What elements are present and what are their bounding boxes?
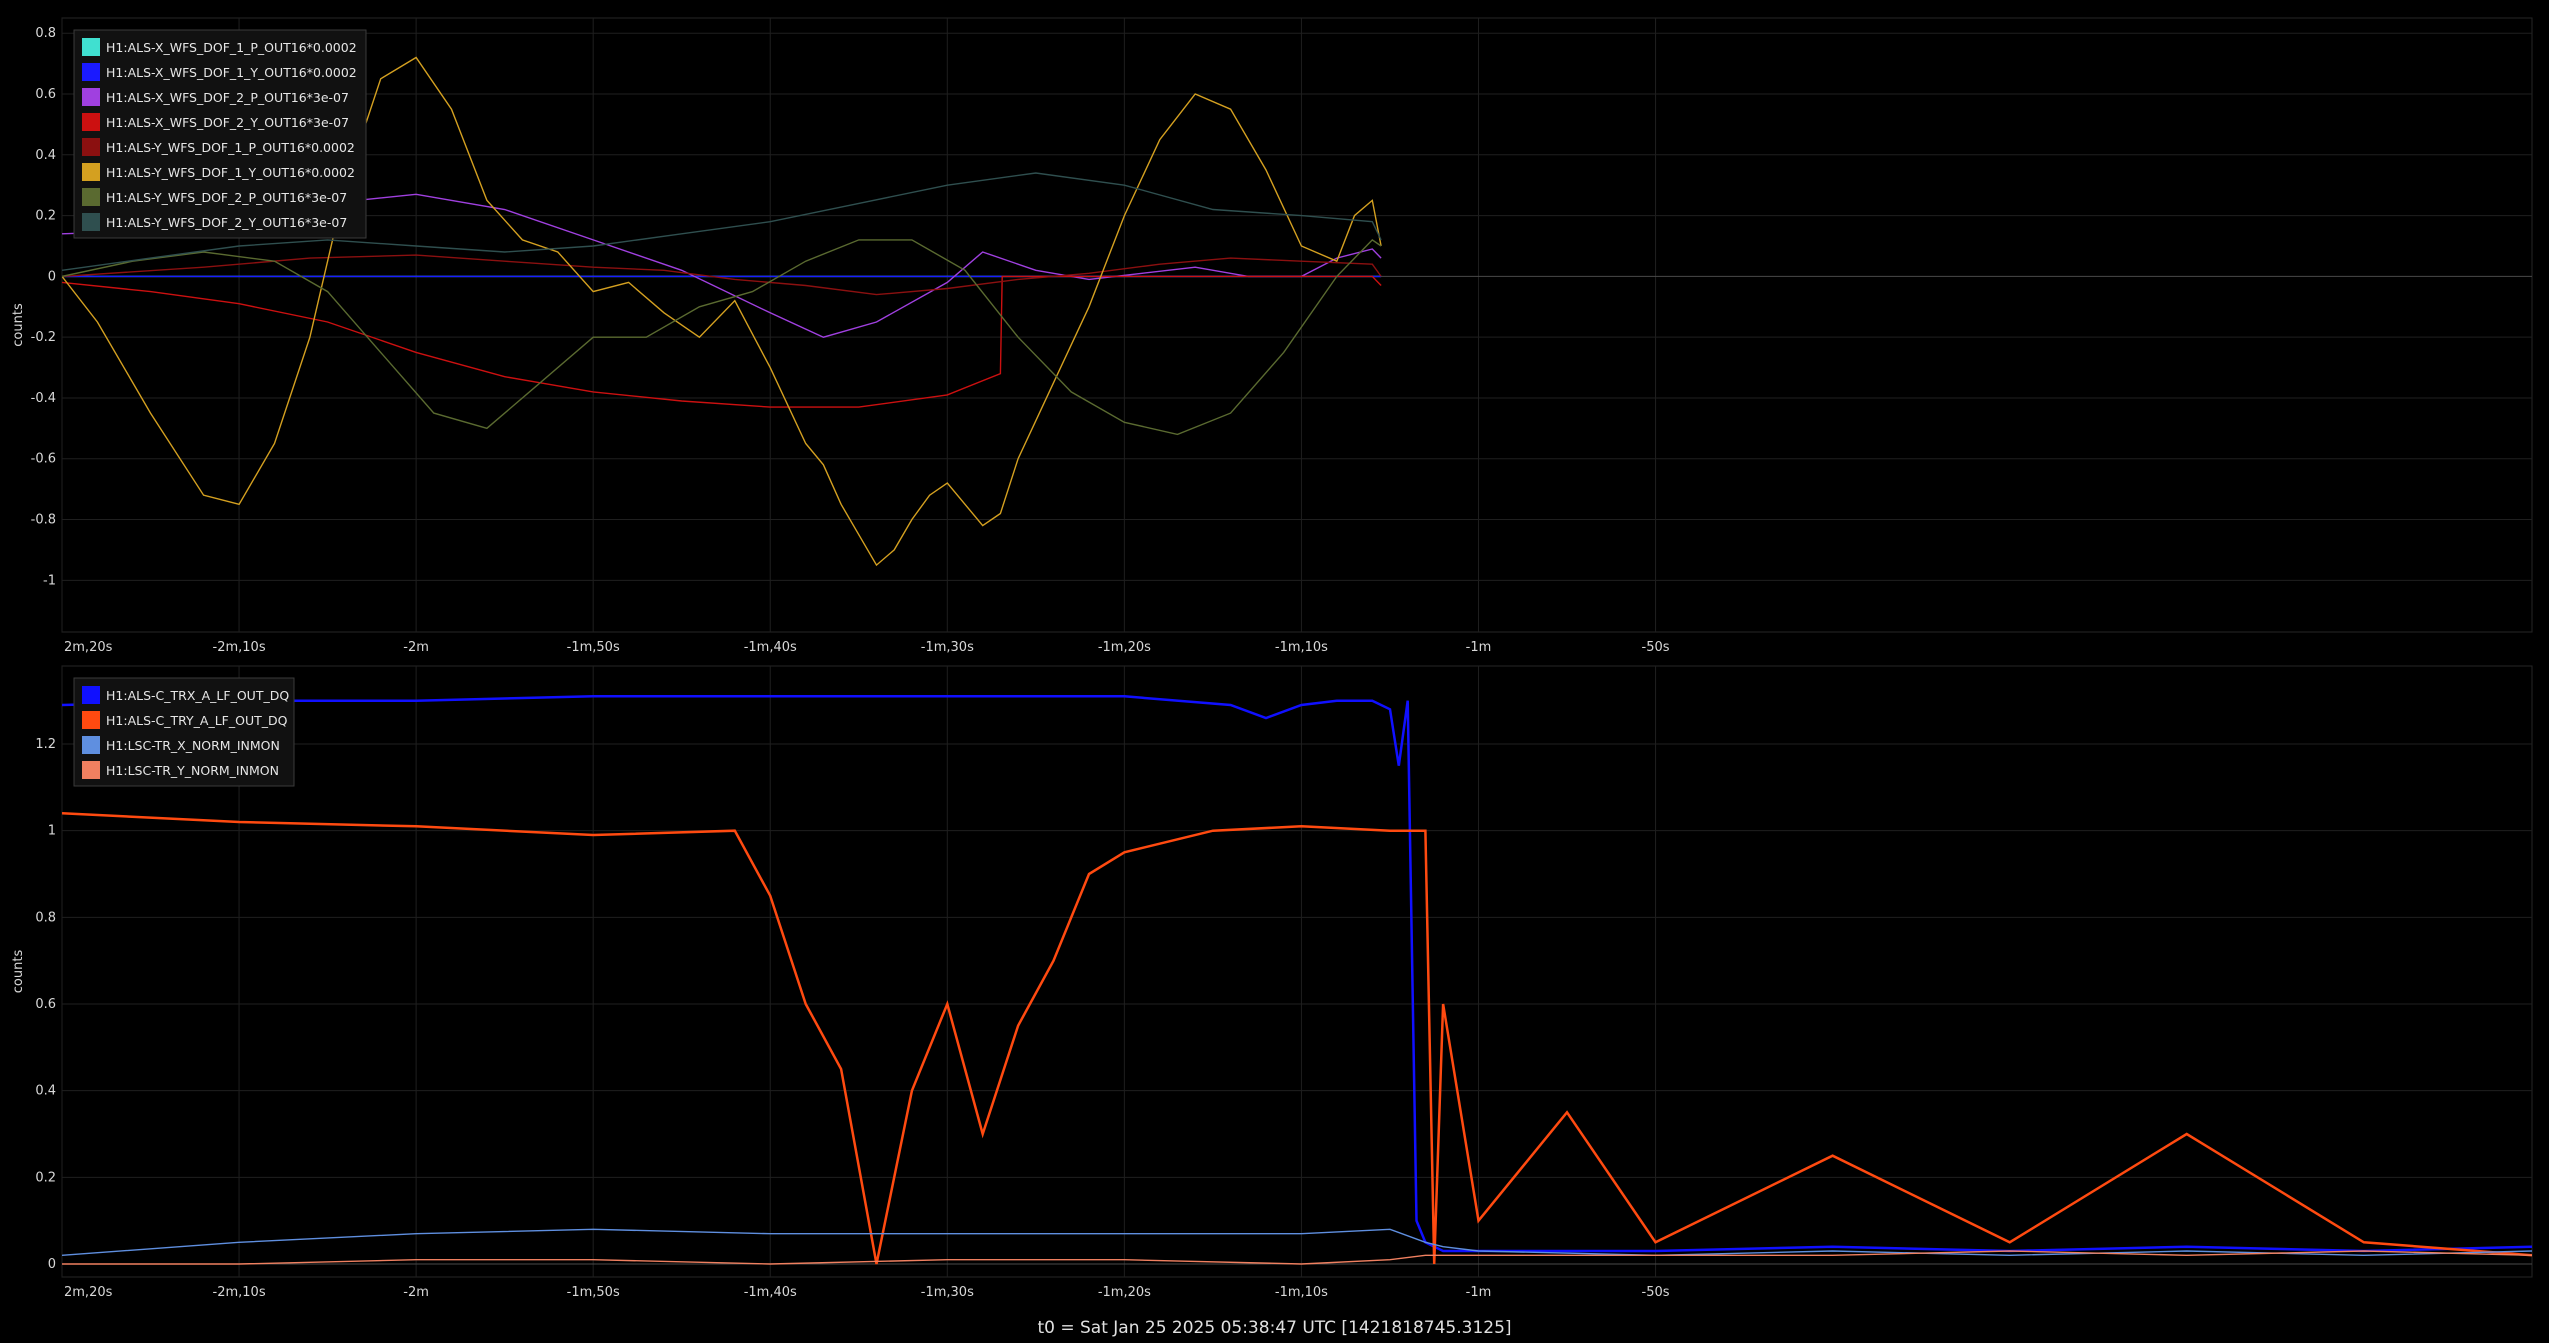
legend-entry: H1:ALS-C_TRX_A_LF_OUT_DQ	[106, 688, 289, 703]
plot-frame	[61, 665, 2533, 1278]
plots-canvas[interactable]: 2m,20s -2m,10s -2m -1m,50s -1m,40s -1m,30s -1m…	[0, 0, 2549, 1343]
y-tick-label: 0.2	[35, 1170, 56, 1185]
series-line	[62, 812, 2532, 1265]
y-tick-label: -0.4	[31, 391, 56, 406]
x-tick-label: -1m,10s	[1275, 1285, 1328, 1300]
x-tick-label: -1m	[1466, 1285, 1492, 1300]
x-tick-label: 2m,20s	[64, 640, 113, 655]
top-panel[interactable]: 2m,20s -2m,10s -2m -1m,50s -1m,40s -1m,30s -1m…	[11, 17, 2533, 655]
legend-swatch	[82, 213, 100, 231]
y-tick-label: 0	[48, 269, 56, 284]
x-tick-label: -1m,20s	[1098, 640, 1151, 655]
series-line	[62, 695, 2532, 1253]
x-tick-label: -2m	[403, 1285, 429, 1300]
x-tick-label: -1m,40s	[744, 640, 797, 655]
legend-entry: H1:LSC-TR_Y_NORM_INMON	[106, 763, 279, 778]
legend-swatch	[82, 188, 100, 206]
x-tick-label: 2m,20s	[64, 1285, 113, 1300]
series-line	[62, 1250, 2532, 1265]
legend	[73, 29, 367, 239]
legend-swatch	[82, 711, 100, 729]
legend-entry: H1:ALS-Y_WFS_DOF_2_Y_OUT16*3e-07	[106, 215, 347, 230]
y-tick-label: 0.8	[35, 26, 56, 41]
legend-entry: H1:ALS-Y_WFS_DOF_1_P_OUT16*0.0002	[106, 140, 355, 155]
legend-swatch	[82, 63, 100, 81]
y-tick-label: 1.2	[35, 737, 56, 752]
plot-frame	[61, 17, 2533, 633]
legend-entry: H1:ALS-Y_WFS_DOF_2_P_OUT16*3e-07	[106, 190, 347, 205]
x-tick-label: -50s	[1642, 640, 1670, 655]
y-tick-label: 1	[48, 824, 56, 839]
legend-entry: H1:ALS-X_WFS_DOF_1_Y_OUT16*0.0002	[106, 65, 357, 80]
series-line	[62, 275, 1382, 408]
legend-swatch	[82, 113, 100, 131]
y-tick-label: -0.6	[31, 452, 56, 467]
y-tick-label: 0.8	[35, 910, 56, 925]
legend-entry: H1:ALS-C_TRY_A_LF_OUT_DQ	[106, 713, 288, 728]
y-axis-label: counts	[11, 303, 26, 347]
x-tick-label: -1m,50s	[567, 640, 620, 655]
x-tick-label: -2m,10s	[213, 640, 266, 655]
x-tick-label: -1m,30s	[921, 1285, 974, 1300]
x-tick-label: -1m,20s	[1098, 1285, 1151, 1300]
x-tick-label: -1m,50s	[567, 1285, 620, 1300]
x-tick-label: -1m	[1466, 640, 1492, 655]
x-tick-label: -50s	[1642, 1285, 1670, 1300]
y-tick-label: 0.6	[35, 87, 56, 102]
legend-entry: H1:ALS-X_WFS_DOF_2_Y_OUT16*3e-07	[106, 115, 349, 130]
legend-swatch	[82, 163, 100, 181]
y-tick-label: -0.2	[31, 330, 56, 345]
t0-footer: t0 = Sat Jan 25 2025 05:38:47 UTC [14218…	[1037, 1318, 1512, 1338]
y-tick-label: 0.4	[35, 1084, 56, 1099]
legend-swatch	[82, 88, 100, 106]
legend-swatch	[82, 38, 100, 56]
legend-entry: H1:ALS-X_WFS_DOF_1_P_OUT16*0.0002	[106, 40, 357, 55]
x-tick-label: -1m,10s	[1275, 640, 1328, 655]
x-tick-label: -1m,30s	[921, 640, 974, 655]
legend-entry: H1:ALS-X_WFS_DOF_2_P_OUT16*3e-07	[106, 90, 349, 105]
y-tick-label: 0.4	[35, 148, 56, 163]
y-tick-label: 0	[48, 1257, 56, 1272]
legend-swatch	[82, 686, 100, 704]
legend-swatch	[82, 761, 100, 779]
y-tick-label: -1	[43, 573, 56, 588]
y-tick-label: 0.2	[35, 209, 56, 224]
legend-entry: H1:ALS-Y_WFS_DOF_1_Y_OUT16*0.0002	[106, 165, 355, 180]
x-tick-label: -2m	[403, 640, 429, 655]
legend-entry: H1:LSC-TR_X_NORM_INMON	[106, 738, 280, 753]
y-axis-label: counts	[11, 950, 26, 994]
y-tick-label: 0.6	[35, 997, 56, 1012]
x-tick-label: -1m,40s	[744, 1285, 797, 1300]
x-tick-label: -2m,10s	[213, 1285, 266, 1300]
legend-swatch	[82, 138, 100, 156]
legend-swatch	[82, 736, 100, 754]
series-line	[62, 1228, 2532, 1257]
bottom-panel[interactable]: 2m,20s -2m,10s -2m -1m,50s -1m,40s -1m,30s -1m…	[11, 665, 2533, 1300]
y-tick-label: -0.8	[31, 513, 56, 528]
